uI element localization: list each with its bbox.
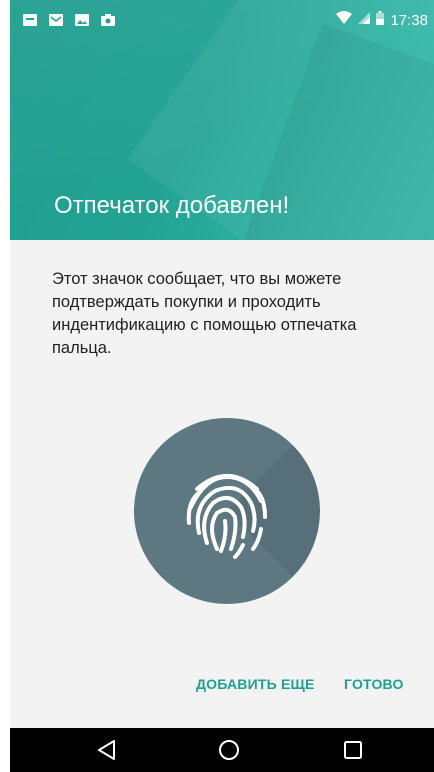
- fingerprint-badge: [134, 418, 320, 604]
- back-icon[interactable]: [94, 738, 120, 762]
- status-bar: 17:38: [10, 0, 434, 40]
- camera-icon: [100, 13, 116, 27]
- wifi-icon: [336, 11, 353, 29]
- add-more-button[interactable]: ДОБАВИТЬ ЕЩЕ: [196, 676, 315, 692]
- page-title: Отпечаток добавлен!: [54, 192, 290, 219]
- content-area: Этот значок сообщает, что вы можете подт…: [10, 240, 434, 728]
- battery-icon: [376, 11, 385, 29]
- image-icon: [74, 13, 90, 27]
- notification-icons: [22, 13, 116, 27]
- description-text: Этот значок сообщает, что вы можете подт…: [52, 270, 357, 357]
- system-status: 17:38: [336, 11, 428, 29]
- recent-apps-icon[interactable]: [340, 738, 366, 762]
- screen: 17:38 Отпечаток добавлен! Этот значок со…: [0, 0, 434, 772]
- clock: 17:38: [390, 11, 428, 29]
- email-icon: [48, 13, 64, 27]
- home-icon[interactable]: [216, 738, 242, 762]
- fingerprint-icon: [186, 474, 267, 559]
- app-notification-icon: [22, 13, 38, 27]
- action-bar: ДОБАВИТЬ ЕЩЕ ГОТОВО: [10, 676, 434, 706]
- navigation-bar: [10, 728, 434, 772]
- done-button[interactable]: ГОТОВО: [344, 676, 404, 692]
- signal-icon: [358, 11, 371, 29]
